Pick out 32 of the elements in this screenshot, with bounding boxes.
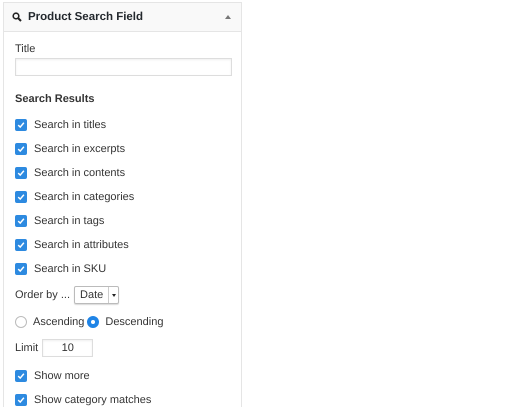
checkbox[interactable]: [15, 143, 27, 155]
radio-label: Ascending: [33, 316, 84, 328]
search-icon: [12, 12, 22, 22]
title-input[interactable]: [15, 58, 232, 76]
checkbox-label: Search in tags: [34, 215, 104, 227]
checkbox-label: Search in SKU: [34, 263, 106, 275]
section-title: Search Results: [15, 93, 96, 105]
checkbox-label: Search in titles: [34, 119, 106, 131]
collapse-caret-icon[interactable]: [225, 15, 231, 19]
radio-button[interactable]: [15, 316, 27, 328]
checkbox[interactable]: [15, 263, 27, 275]
checkbox-label: Search in contents: [34, 167, 126, 179]
field-label: Title: [15, 43, 36, 55]
checkbox[interactable]: [15, 119, 27, 131]
limit-input[interactable]: 10: [42, 339, 94, 357]
checkbox-label: Show category matches: [34, 394, 152, 406]
checkbox[interactable]: [15, 370, 27, 382]
checkbox[interactable]: [15, 191, 27, 203]
checkbox[interactable]: [15, 215, 27, 227]
checkbox-label: Show more: [34, 370, 90, 382]
radio-label: Descending: [105, 316, 164, 328]
field-label: Order by ...: [15, 289, 70, 301]
field-label: Limit: [15, 342, 38, 354]
checkbox-label: Search in categories: [34, 191, 134, 203]
checkbox[interactable]: [15, 394, 27, 406]
checkbox-label: Search in attributes: [34, 239, 129, 251]
checkbox[interactable]: [15, 239, 27, 251]
radio-button[interactable]: [87, 316, 100, 328]
order-dropdown[interactable]: Date: [74, 286, 120, 304]
widget-title: Product Search Field: [28, 11, 144, 23]
checkbox-label: Search in excerpts: [34, 143, 126, 155]
checkbox[interactable]: [15, 167, 27, 179]
